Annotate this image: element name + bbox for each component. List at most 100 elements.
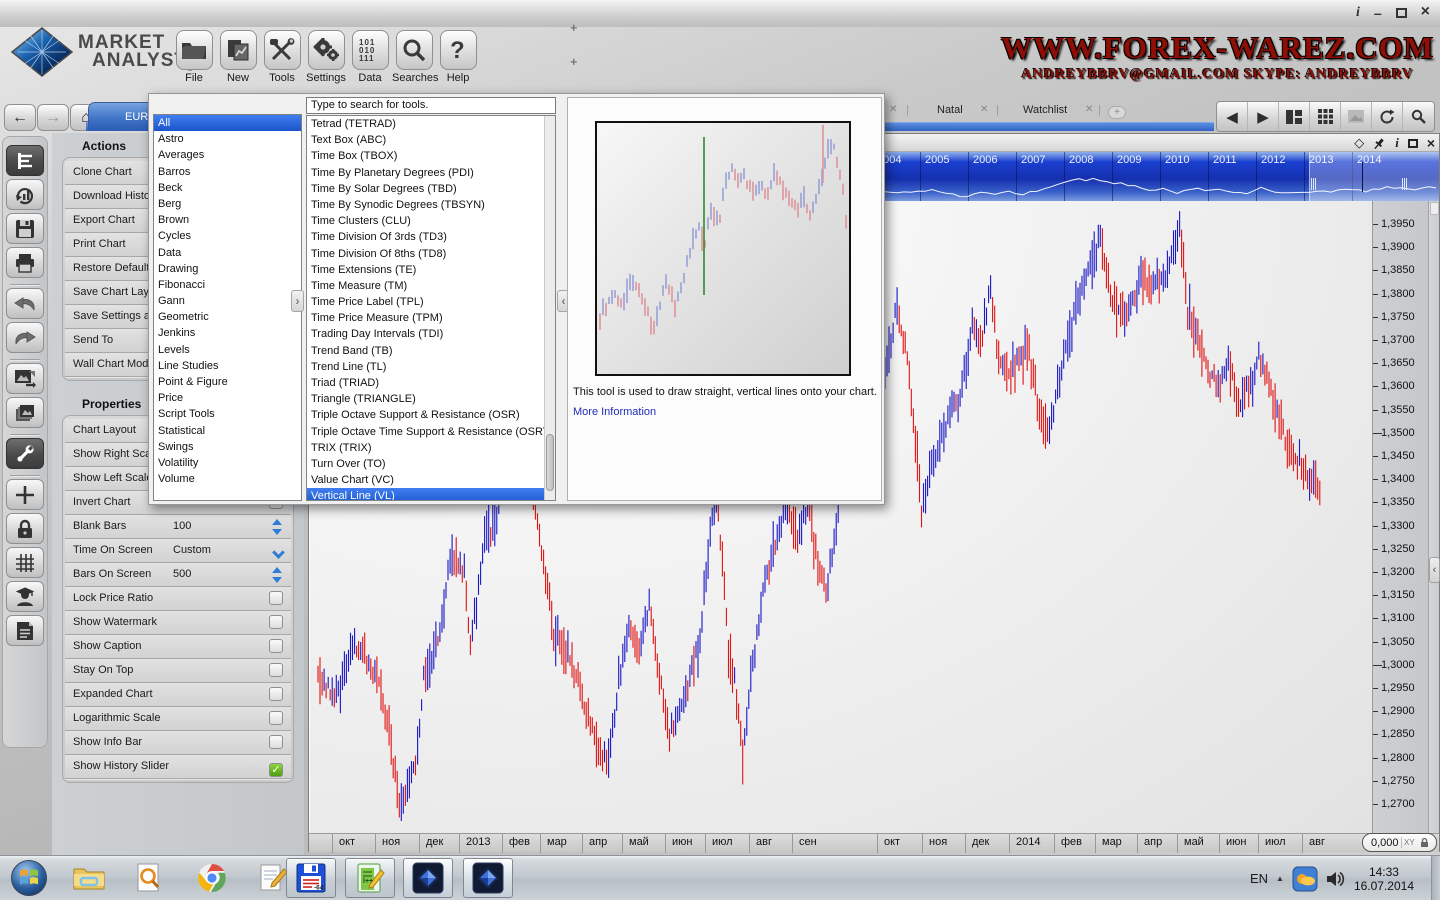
price-axis[interactable]: 1,3950 1,3900 1,3850 1,3800 1,3750 1,3700 1,36…: [1372, 201, 1428, 833]
lock-icon[interactable]: [6, 513, 44, 544]
notepad-icon[interactable]: [256, 861, 290, 895]
category-item[interactable]: Script Tools: [154, 406, 301, 422]
tool-item[interactable]: Time By Synodic Degrees (TBSYN): [307, 197, 555, 213]
property-logarithmic-scale[interactable]: Logarithmic Scale: [65, 707, 291, 731]
category-item[interactable]: Averages: [154, 147, 301, 163]
category-item[interactable]: Beck: [154, 180, 301, 196]
category-item[interactable]: Barros: [154, 164, 301, 180]
more-information-link[interactable]: More Information: [573, 406, 656, 418]
tool-item[interactable]: Time By Solar Degrees (TBD): [307, 181, 555, 197]
category-item[interactable]: Volatility: [154, 455, 301, 471]
history-selection[interactable]: [1309, 152, 1439, 201]
category-item[interactable]: Swings: [154, 439, 301, 455]
checkbox[interactable]: [269, 663, 283, 677]
start-button[interactable]: [10, 859, 48, 897]
tool-item[interactable]: Trend Band (TB): [307, 343, 555, 359]
chart-maximize-icon[interactable]: [1407, 138, 1418, 148]
category-item[interactable]: Data: [154, 245, 301, 261]
property-lock-price-ratio[interactable]: Lock Price Ratio: [65, 587, 291, 611]
category-item[interactable]: Price: [154, 390, 301, 406]
forward-button[interactable]: →: [37, 104, 69, 131]
xy-readout[interactable]: 0,000 XY: [1362, 833, 1437, 852]
chart-info-icon[interactable]: i: [1395, 135, 1399, 151]
checkbox[interactable]: [269, 615, 283, 629]
tool-item[interactable]: Time By Planetary Degrees (PDI): [307, 165, 555, 181]
reload-chart-icon[interactable]: [6, 179, 44, 210]
history-slider-handle[interactable]: [1402, 178, 1409, 190]
tool-item[interactable]: TRIX (TRIX): [307, 440, 555, 456]
tool-item[interactable]: Time Box (TBOX): [307, 148, 555, 164]
info-icon[interactable]: i: [1356, 6, 1360, 20]
property-show-history-slider[interactable]: Show History Slider ✓: [65, 755, 291, 779]
tool-list[interactable]: Tetrad (TETRAD) Text Box (ABC) Time Box (T…: [306, 115, 556, 501]
tool-item[interactable]: Time Price Label (TPL): [307, 294, 555, 310]
clock[interactable]: 14:33 16.07.2014: [1354, 865, 1414, 893]
chart-actions-icon[interactable]: [6, 145, 44, 176]
category-item[interactable]: Fibonacci: [154, 277, 301, 293]
history-slider-handle[interactable]: [1311, 178, 1318, 190]
close-button[interactable]: ×: [1421, 4, 1430, 20]
pin-icon[interactable]: [1373, 137, 1386, 150]
taskbar-app-market-analyst-2[interactable]: [463, 858, 513, 898]
layout-panes-icon[interactable]: [1279, 102, 1310, 131]
property-stay-on-top[interactable]: Stay On Top: [65, 659, 291, 683]
language-indicator[interactable]: EN: [1250, 871, 1268, 886]
collapse-panel-icon[interactable]: ‹: [1429, 557, 1440, 583]
show-desktop-button[interactable]: [1431, 856, 1440, 900]
tool-item[interactable]: Value Chart (VC): [307, 472, 555, 488]
save-image-icon[interactable]: [6, 363, 44, 394]
scrollbar-thumb[interactable]: [546, 434, 554, 491]
category-list[interactable]: All Astro Averages Barros Beck Berg Brown Cycle…: [153, 114, 302, 501]
category-item[interactable]: Brown: [154, 212, 301, 228]
tool-item[interactable]: Time Measure (TM): [307, 278, 555, 294]
maximize-button[interactable]: [1395, 8, 1407, 18]
taskbar-app-market-analyst-1[interactable]: [403, 858, 453, 898]
property-show-watermark[interactable]: Show Watermark: [65, 611, 291, 635]
category-item[interactable]: Berg: [154, 196, 301, 212]
collapse-categories-icon[interactable]: ›: [291, 290, 304, 312]
tray-expand-icon[interactable]: ▲: [1276, 874, 1284, 883]
property-control[interactable]: ✓: [269, 759, 283, 782]
minimize-button[interactable]: –: [1374, 6, 1382, 20]
tool-item[interactable]: Trading Day Intervals (TDI): [307, 326, 555, 342]
spinner-control[interactable]: [272, 567, 283, 583]
category-item[interactable]: All: [154, 115, 301, 132]
grid-view-icon[interactable]: [1310, 102, 1341, 131]
tool-item[interactable]: Text Box (ABC): [307, 132, 555, 148]
category-item[interactable]: Point & Figure: [154, 374, 301, 390]
tab-watchlist-close-icon[interactable]: ✕: [1085, 104, 1093, 115]
category-item[interactable]: Levels: [154, 342, 301, 358]
volume-icon[interactable]: [1326, 870, 1346, 888]
save-icon[interactable]: [6, 213, 44, 244]
weather-tray-icon[interactable]: [1292, 866, 1318, 892]
lock-axis-icon[interactable]: [1419, 837, 1430, 848]
category-item[interactable]: Statistical: [154, 423, 301, 439]
back-button[interactable]: ←: [4, 104, 36, 131]
grid-icon[interactable]: [6, 547, 44, 578]
redo-icon[interactable]: [6, 322, 44, 353]
checkbox[interactable]: [269, 591, 283, 605]
tool-item[interactable]: Time Clusters (CLU): [307, 213, 555, 229]
search-document-icon[interactable]: [132, 861, 166, 895]
category-item[interactable]: Volume: [154, 471, 301, 487]
training-icon[interactable]: [6, 581, 44, 612]
properties-wrench-icon[interactable]: [6, 438, 44, 469]
diamond-icon[interactable]: ◇: [1354, 135, 1364, 151]
toolbar-button-tools[interactable]: Tools: [260, 30, 304, 84]
property-time-on-screen[interactable]: Time On Screen Custom: [65, 539, 291, 563]
tool-item[interactable]: Time Division Of 3rds (TD3): [307, 229, 555, 245]
new-tab-button[interactable]: +: [1108, 106, 1126, 119]
tool-item[interactable]: Time Price Measure (TPM): [307, 310, 555, 326]
spinner-control[interactable]: [272, 519, 283, 535]
tool-item[interactable]: Vertical Line (VL): [307, 488, 555, 500]
tab-natal-close-icon[interactable]: ✕: [980, 104, 988, 115]
taskbar-app-floppy[interactable]: -64: [286, 858, 336, 898]
tool-item[interactable]: Time Division Of 8ths (TD8): [307, 246, 555, 262]
checkbox[interactable]: [269, 735, 283, 749]
scroll-top-button[interactable]: [1430, 202, 1439, 215]
chart-close-icon[interactable]: ×: [1427, 135, 1435, 151]
category-item[interactable]: Jenkins: [154, 325, 301, 341]
category-item[interactable]: Astro: [154, 131, 301, 147]
toolbar-button-data[interactable]: 101 010 111 Data: [348, 30, 392, 84]
toolbar-button-new[interactable]: New: [216, 30, 260, 84]
